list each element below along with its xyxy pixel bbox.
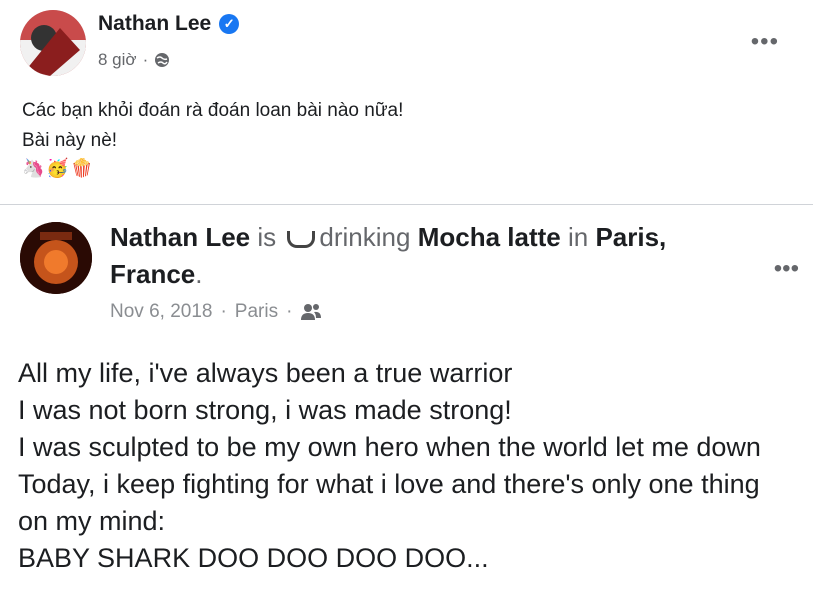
post-meta: 8 giờ · [98,50,170,70]
post-line-1: Các bạn khỏi đoán rà đoán loan bài nào n… [22,100,404,121]
shared-meta: Nov 6, 2018 · Paris · [110,301,322,323]
shared-post[interactable]: Nathan Lee is drinking Mocha latte in Pa… [0,204,813,616]
party-face-emoji: 🥳 [46,158,69,178]
author-name[interactable]: Nathan Lee ✓ [98,12,240,36]
author-avatar[interactable] [20,10,86,76]
shared-date[interactable]: Nov 6, 2018 [110,301,212,323]
shared-line-2: I was not born strong, i was made strong… [18,395,512,425]
shared-line-1: All my life, i've always been a true war… [18,358,513,388]
shared-line-5: BABY SHARK DOO DOO DOO DOO... [18,543,489,573]
period-text: . [195,259,203,289]
post-text: Các bạn khỏi đoán rà đoán loan bài nào n… [22,96,403,156]
shared-body: All my life, i've always been a true war… [18,355,778,577]
popcorn-emoji: 🍿 [70,158,94,178]
shared-location[interactable]: Paris [235,301,278,323]
unicorn-emoji: 🦄 [22,158,45,178]
shared-author-name[interactable]: Nathan Lee [110,222,250,252]
activity-text: drinking [319,222,411,252]
separator-dot: · [286,301,293,322]
emoji-row: 🦄 🥳 🍿 [22,158,93,179]
globe-icon [155,53,170,67]
shared-author-avatar[interactable] [20,222,92,294]
verified-icon: ✓ [219,14,240,34]
drink-name[interactable]: Mocha latte [418,222,561,252]
friends-icon [301,304,322,320]
author-name-text[interactable]: Nathan Lee [98,12,211,36]
separator-dot: · [220,301,227,322]
post-time[interactable]: 8 giờ [98,50,137,70]
more-options-button[interactable]: ••• [751,28,779,56]
shared-line-4: Today, i keep fighting for what i love a… [18,469,760,536]
in-text: in [567,222,589,252]
is-text: is [257,222,277,252]
separator-dot: · [142,50,149,69]
coffee-icon [287,230,316,248]
post-line-2: Bài này nè! [22,130,118,151]
shared-line-3: I was sculpted to be my own hero when th… [18,432,761,462]
shared-title: Nathan Lee is drinking Mocha latte in Pa… [110,219,710,293]
shared-more-button[interactable]: ••• [774,255,799,283]
post-card: Nathan Lee ✓ 8 giờ · ••• Các bạn khỏi đo… [0,0,813,616]
